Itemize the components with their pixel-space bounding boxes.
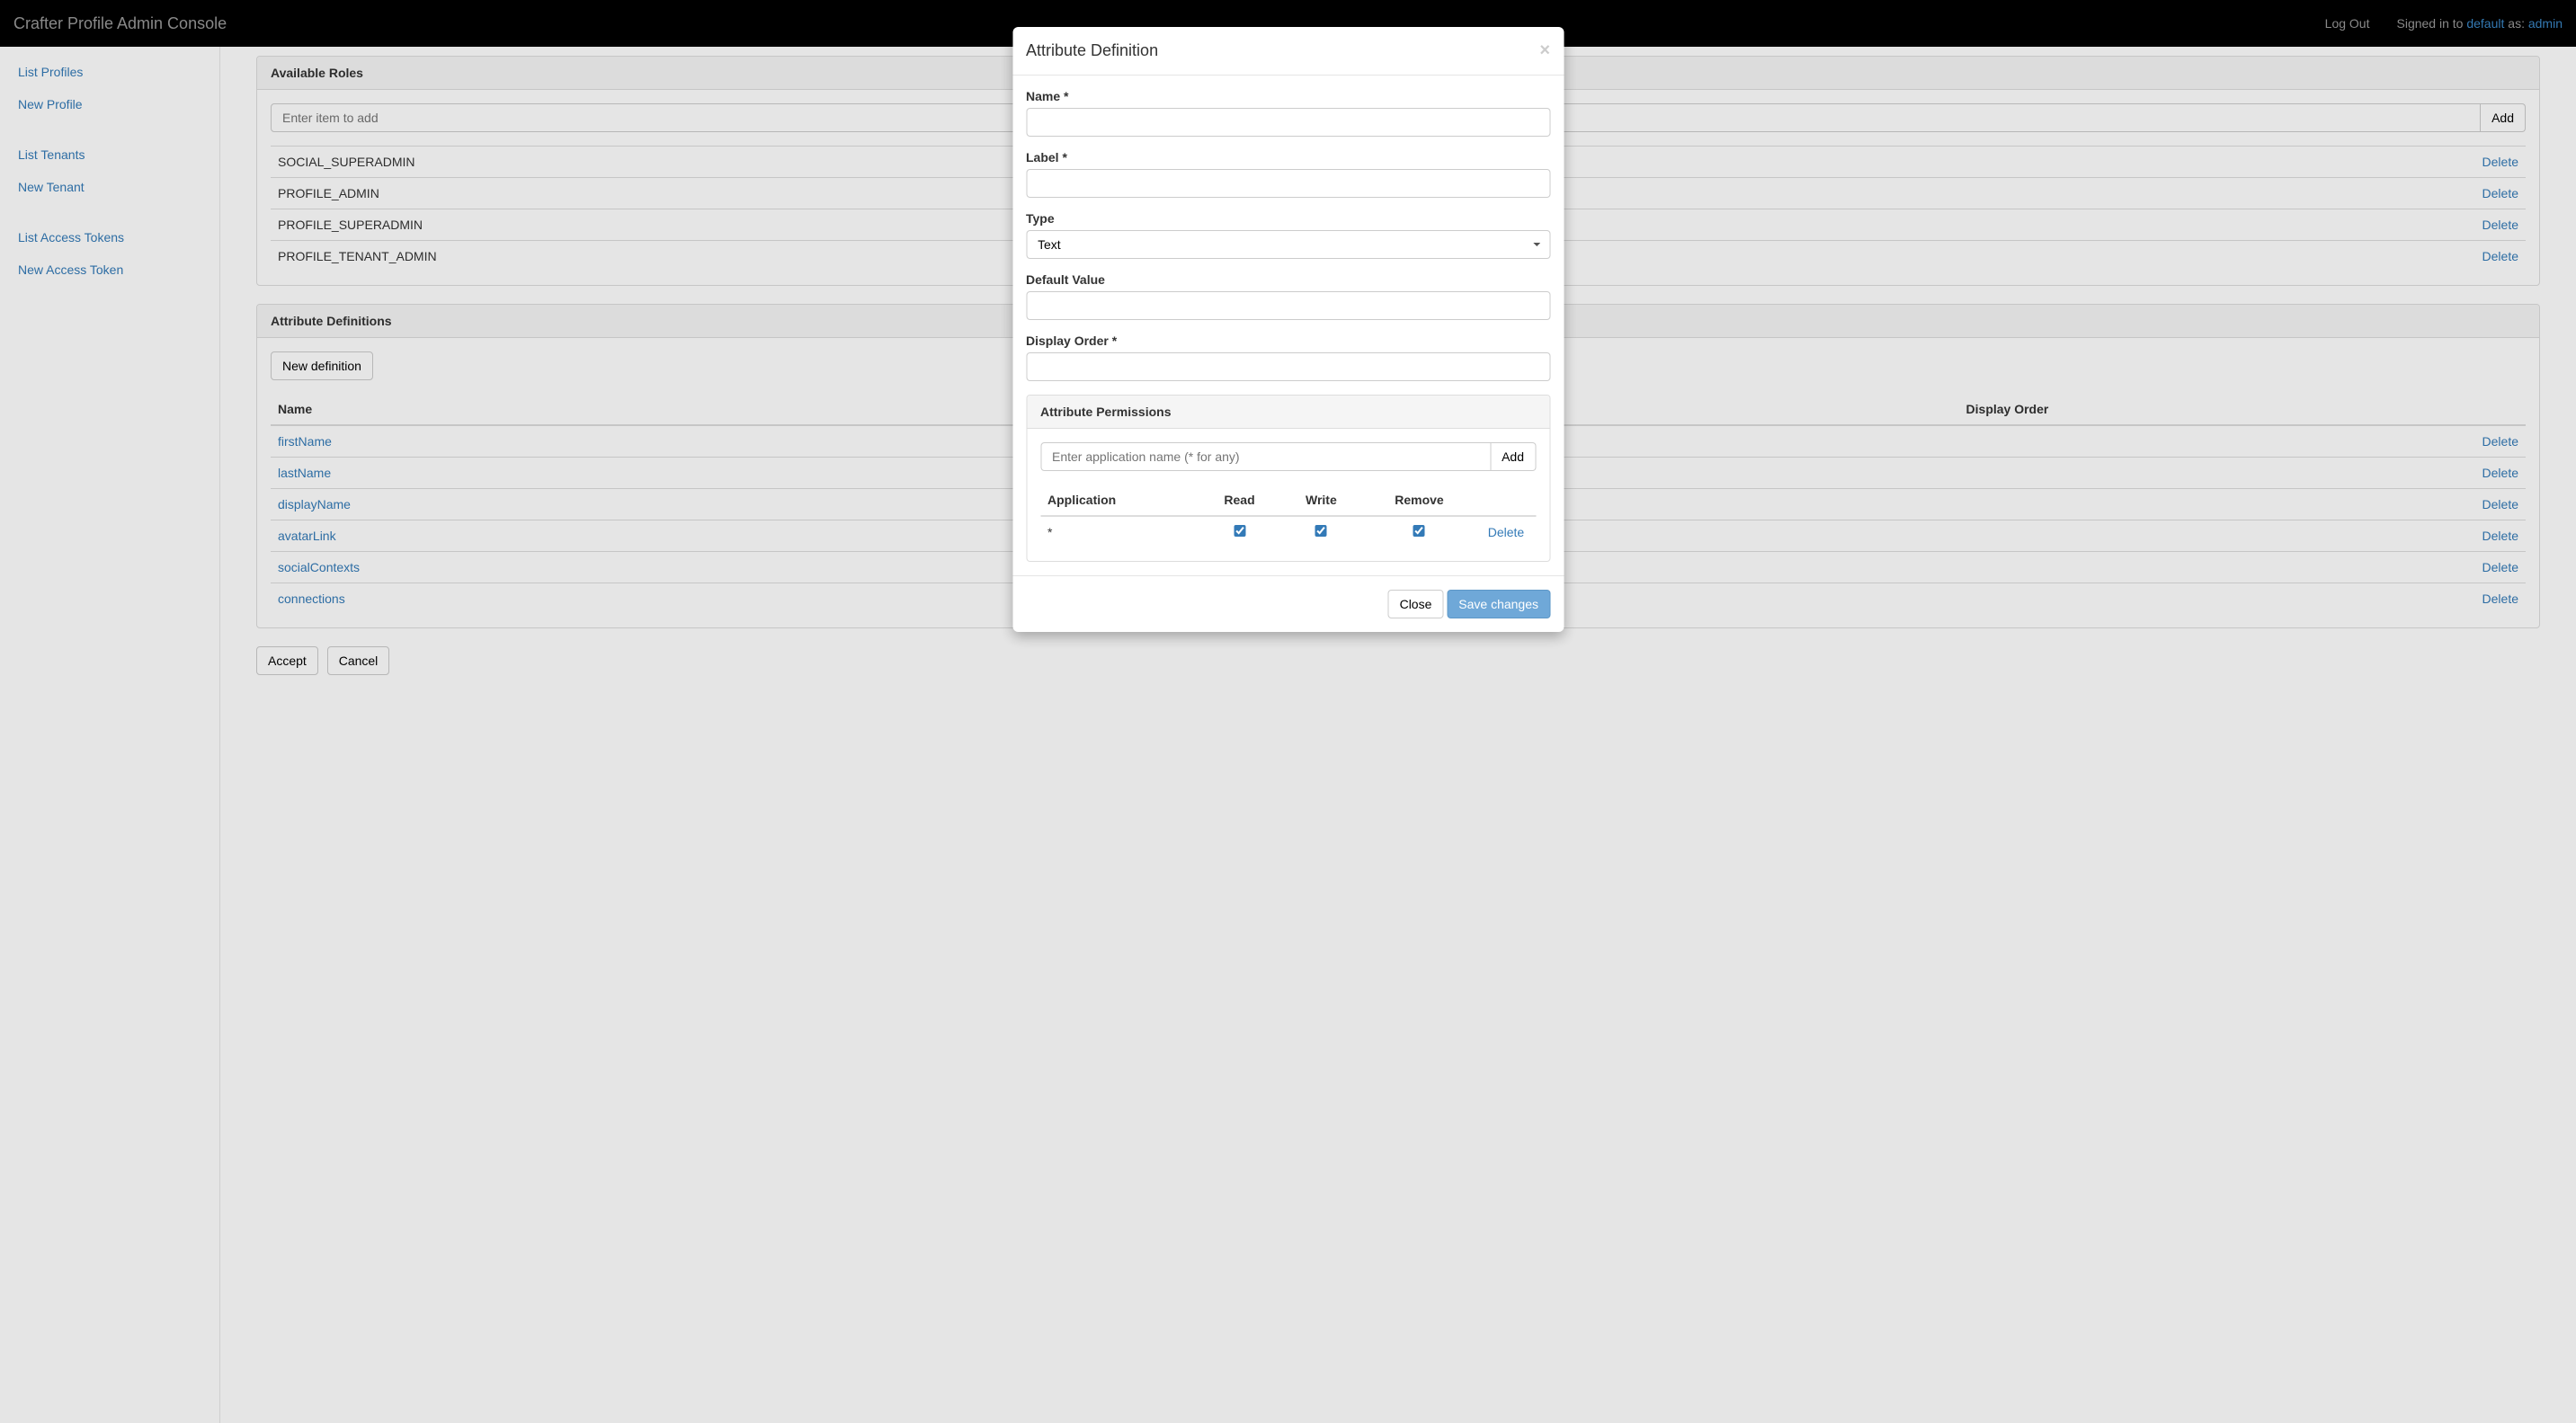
name-input[interactable] bbox=[1026, 108, 1550, 137]
perm-read-checkbox[interactable] bbox=[1234, 525, 1245, 537]
label-label: Label * bbox=[1026, 150, 1550, 165]
display-order-input[interactable] bbox=[1026, 352, 1550, 381]
add-permission-button[interactable]: Add bbox=[1491, 442, 1536, 471]
default-value-label: Default Value bbox=[1026, 272, 1550, 287]
modal-title: Attribute Definition bbox=[1026, 41, 1158, 60]
attribute-permissions-panel: Attribute Permissions Add Application Re… bbox=[1026, 395, 1550, 562]
perm-application: * bbox=[1040, 516, 1199, 547]
modal-close-button[interactable]: Close bbox=[1388, 590, 1444, 618]
delete-permission-link[interactable]: Delete bbox=[1488, 525, 1524, 539]
col-write: Write bbox=[1280, 485, 1362, 516]
label-input[interactable] bbox=[1026, 169, 1550, 198]
col-read: Read bbox=[1199, 485, 1279, 516]
type-label: Type bbox=[1026, 211, 1550, 226]
perm-write-checkbox[interactable] bbox=[1315, 525, 1327, 537]
default-value-input[interactable] bbox=[1026, 291, 1550, 320]
close-icon[interactable]: × bbox=[1539, 40, 1550, 61]
attribute-permissions-heading: Attribute Permissions bbox=[1027, 396, 1549, 429]
attribute-definition-modal: Attribute Definition × Name * Label * Ty… bbox=[1012, 27, 1564, 632]
name-label: Name * bbox=[1026, 89, 1550, 103]
save-changes-button[interactable]: Save changes bbox=[1447, 590, 1550, 618]
col-application: Application bbox=[1040, 485, 1199, 516]
permission-app-input[interactable] bbox=[1040, 442, 1491, 471]
perm-remove-checkbox[interactable] bbox=[1413, 525, 1425, 537]
col-remove: Remove bbox=[1362, 485, 1476, 516]
display-order-label: Display Order * bbox=[1026, 334, 1550, 348]
table-row: * Delete bbox=[1040, 516, 1536, 547]
permissions-table: Application Read Write Remove * bbox=[1040, 485, 1536, 547]
type-select[interactable]: Text bbox=[1026, 230, 1550, 259]
